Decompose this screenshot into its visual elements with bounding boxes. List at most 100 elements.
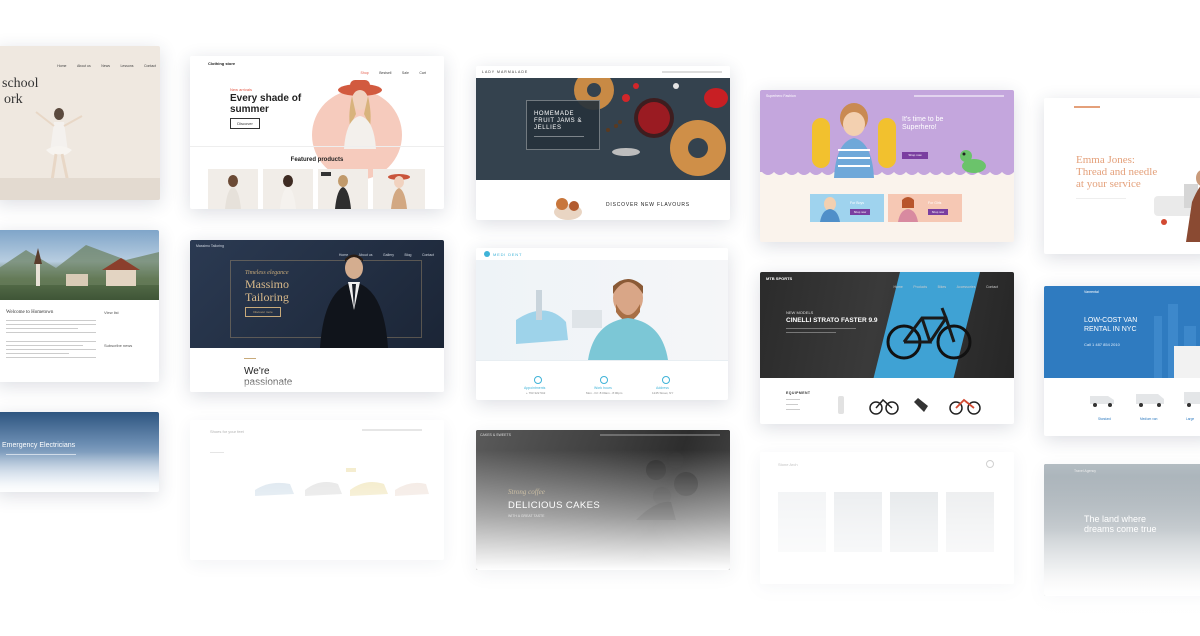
vehicle-label: Large [1186,417,1195,421]
product-jar-image [554,198,582,220]
nav-item[interactable]: Home [57,64,66,68]
template-card-dance-school[interactable]: Home About us News Lessons Contact schoo… [0,46,160,200]
hero-title: Emergency Electricians [2,442,76,449]
template-card-dental[interactable]: MEDI DENT Home About us Services Team Co… [476,248,728,400]
nav-item[interactable]: Contact [986,285,998,289]
info-title-hours: Work hours [594,386,612,390]
hero-title: Every shade of summer [230,93,302,115]
template-card-hotel[interactable]: Welcome to Hometown View list Subscribe … [0,230,159,382]
template-card-jams[interactable]: LADY MARMALADE HOMEMADE FRUIT JAMS & JEL… [476,66,730,220]
kicker: NEW MODELS [786,310,814,315]
template-card-stone-arch[interactable]: Stone Arch [760,452,1014,584]
template-card-emma-jones-tailor[interactable]: Emma Jones: Thread and needle at your se… [1044,98,1200,254]
template-card-cakes[interactable]: CAKES & SWEETS Strong coffee DELICIOUS C… [476,430,730,570]
hero-title: Massimo Tailoring [245,277,290,304]
product-thumbnail[interactable] [373,169,425,209]
kicker: New arrivals [230,87,253,92]
text-lines [6,320,96,361]
section-title: We're passionate [244,366,293,388]
van-row [1090,392,1200,407]
product-row [838,396,981,415]
hero-title: DELICIOUS CAKES [508,500,601,511]
dance-nav: Home About us News Lessons Contact [51,54,156,72]
sidebar-heading-2: Subscribe news [104,343,133,348]
bikes-nav: Home Products Bikes Accessories Contact [888,275,998,293]
hero-title: HOMEMADE FRUIT JAMS & JELLIES [534,111,583,131]
hero-subtitle: WITH A GREAT TASTE [508,514,545,518]
town-image [0,230,159,300]
hero-image [476,70,730,180]
hero-image [476,260,728,360]
logo[interactable]: LADY MARMALADE [482,70,528,74]
hero-title: LOW-COST VAN RENTAL IN NYC [1084,317,1138,333]
hero-title-2: ork [4,92,23,107]
nav-item[interactable]: Contact [422,253,434,257]
hero-title: CINELLI STRATO FASTER 9.9 [786,317,878,324]
template-card-massimo-tailoring[interactable]: Massimo Tailoring Home About us Gallery … [190,240,444,392]
sidebar-heading: View list [104,310,119,315]
shop-now-button[interactable]: Shop now [850,209,870,215]
man-portrait [320,254,388,348]
cart-link[interactable]: Cart [419,71,426,75]
nav-item[interactable]: Lessons [120,64,133,68]
location-icon [662,376,670,384]
logo[interactable]: Massimo Tailoring [196,244,224,248]
nav-item[interactable]: Contact [144,64,156,68]
phone-number[interactable]: Call 1 487 854 2010 [1084,342,1120,347]
template-card-van-rental[interactable]: Vanrental LOW-COST VAN RENTAL IN NYC Cal… [1044,286,1200,436]
tile-label: For Girls [928,201,942,205]
hero-title: school [2,76,39,91]
logo[interactable]: Clothing store [208,61,235,66]
category-tile-girls[interactable]: For Girls Shop now [888,194,962,222]
nav-item[interactable]: Sale [402,71,409,75]
product-thumbnail[interactable] [318,169,368,209]
template-card-bikes[interactable]: MTB SPORTS Home Products Bikes Accessori… [760,272,1014,424]
discover-button[interactable]: Discover more [245,307,281,317]
nav-item[interactable]: Home [894,285,903,289]
nav-item[interactable]: Blog [404,253,411,257]
info-value: + 763 322 542 [526,391,546,395]
logo[interactable]: Vanrental [1084,290,1099,294]
boy-with-skateboard-image [812,103,896,178]
nav-item[interactable]: Accessories [957,285,976,289]
nav-item[interactable]: About us [77,64,91,68]
template-card-electricians[interactable]: Emergency Electricians [0,412,159,492]
category-tile-boys[interactable]: For Boys Shop now [810,194,884,222]
discover-button[interactable]: Discover [230,118,260,129]
nav-item[interactable]: Bikes [938,285,947,289]
product-thumbnail[interactable] [208,169,258,209]
template-card-kids-superhero[interactable]: Superhero Fashion It's time to be Superh… [760,90,1014,242]
logo[interactable]: CAKES & SWEETS [480,433,511,437]
logo[interactable]: MTB SPORTS [766,276,792,281]
info-title-address: Address [656,386,669,390]
vehicle-label: Medium van [1140,417,1158,421]
hero-title: The land where dreams come true [1084,514,1157,534]
hero-title: It's time to be Superhero! [902,116,944,131]
tagline: Timeless elegance [245,270,289,276]
sewing-image [1154,170,1200,242]
template-card-shoes[interactable]: Shoes for your feet [190,420,444,560]
nav-item[interactable]: Products [913,285,927,289]
info-value: 1245 Street, NY [652,391,674,395]
section-title: DISCOVER NEW FLAVOURS [606,202,690,208]
section-title: EQUIPMENT [786,391,811,395]
product-thumbnail[interactable] [263,169,313,209]
page-title: Welcome to Hometown [6,310,54,315]
template-card-clothing-store[interactable]: Clothing store Shop Bestsell Sale Cart N… [190,56,444,209]
tile-label: For Boys [850,201,865,205]
logo[interactable]: MEDI DENT [493,252,522,257]
clock-icon [600,376,608,384]
phone-icon [534,376,542,384]
logo[interactable]: Travel Agency [1074,469,1096,473]
kicker: Strong coffee [508,488,545,496]
model-image [338,80,382,149]
vehicle-label: Standard [1098,417,1111,421]
flowers-image [636,452,698,520]
shop-now-button[interactable]: Shop now [902,152,928,159]
shop-now-button[interactable]: Shop now [928,209,948,215]
info-value: Mon - Fri: 8:00am - 8:00pm [586,391,623,395]
nav-item[interactable]: News [101,64,110,68]
badge [321,172,331,176]
template-card-travel-dreams[interactable]: Travel Agency The land where dreams come… [1044,464,1200,596]
logo[interactable]: Superhero Fashion [766,94,796,98]
